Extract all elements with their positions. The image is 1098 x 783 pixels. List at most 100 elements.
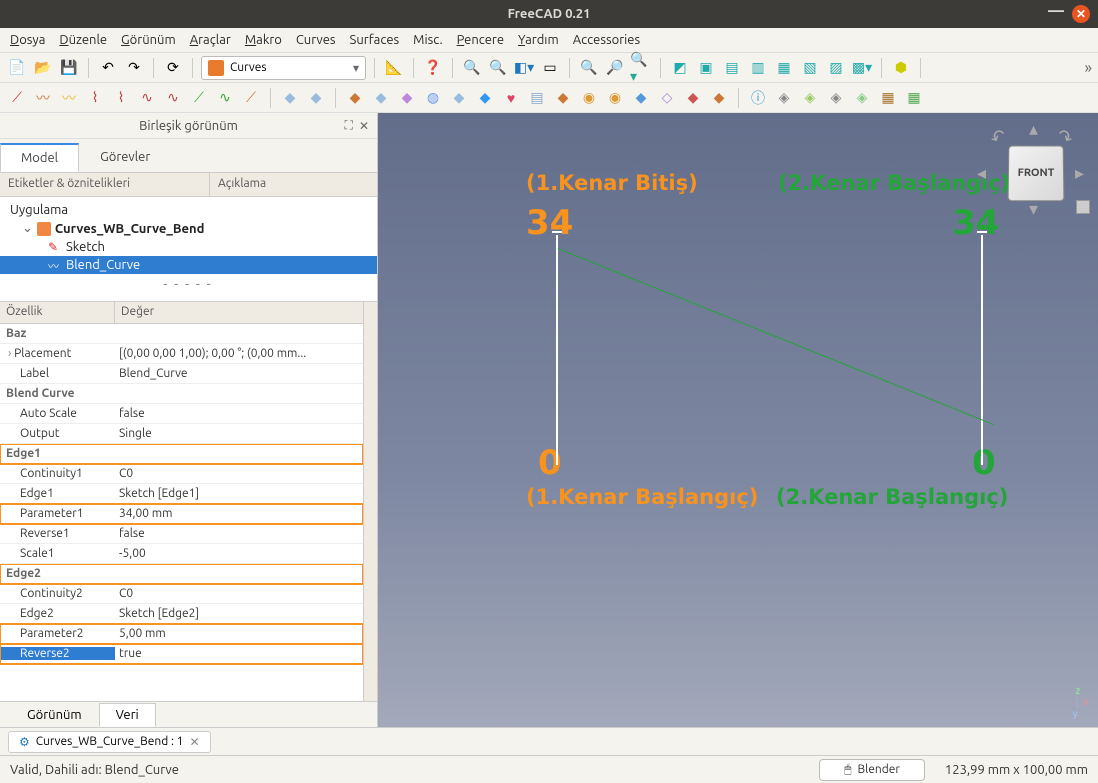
surf-tool-17[interactable]: ◆ [708, 87, 730, 109]
redo-icon[interactable]: ↷ [123, 57, 145, 79]
right-view-icon[interactable]: ▥ [747, 57, 769, 79]
surf-tool-11[interactable]: ◆ [552, 87, 574, 109]
misc-tool-3[interactable]: ◈ [799, 87, 821, 109]
misc-tool-4[interactable]: ◈ [825, 87, 847, 109]
prop-header-value[interactable]: Değer [115, 302, 160, 323]
toolbar-overflow-icon[interactable]: » [1084, 59, 1092, 77]
prop-auto scale[interactable]: Auto Scalefalse [0, 404, 363, 424]
undo-icon[interactable]: ↶ [97, 57, 119, 79]
open-file-icon[interactable]: 📂 [32, 57, 54, 79]
surf-tool-2[interactable]: ◆ [305, 87, 327, 109]
part-icon[interactable]: ⬢ [890, 57, 912, 79]
cube-up-icon[interactable]: ▴ [1029, 119, 1038, 140]
prop-placement[interactable]: › Placement[(0,00 0,00 1,00); 0,00 °; (0… [0, 344, 363, 364]
prop-parameter2[interactable]: Parameter25,00 mm [0, 624, 363, 644]
surf-tool-8[interactable]: ◆ [474, 87, 496, 109]
tree-header-desc[interactable]: Açıklama [210, 173, 274, 196]
surf-tool-1[interactable]: ◆ [279, 87, 301, 109]
panel-restore-icon[interactable]: ⛶ [345, 119, 353, 133]
property-scrollbar[interactable] [363, 302, 377, 701]
curve-tool-10[interactable]: ⟋ [240, 87, 262, 109]
iso-view-icon[interactable]: ◩ [669, 57, 691, 79]
surf-tool-3[interactable]: ◆ [344, 87, 366, 109]
bottom-view-icon[interactable]: ▧ [799, 57, 821, 79]
menu-macro[interactable]: Makro [245, 33, 282, 47]
prop-group-baz[interactable]: Baz [0, 324, 363, 344]
surf-tool-12[interactable]: ◉ [578, 87, 600, 109]
prop-header-name[interactable]: Özellik [0, 302, 115, 323]
curve-tool-4[interactable]: ⌇ [84, 87, 106, 109]
misc-tool-5[interactable]: ◈ [851, 87, 873, 109]
zoom-fit-icon[interactable]: 🔍 [461, 57, 483, 79]
close-tab-icon[interactable]: ✕ [189, 735, 199, 749]
expand-icon[interactable]: ⌄ [22, 221, 33, 236]
menu-edit[interactable]: Düzenle [59, 33, 107, 47]
measure-icon[interactable]: 📐 [383, 57, 405, 79]
prop-parameter1[interactable]: Parameter134,00 mm [0, 504, 363, 524]
surf-tool-7[interactable]: ◆ [448, 87, 470, 109]
cube-mini-icon[interactable] [1076, 200, 1090, 214]
prop-edge2[interactable]: Edge2Sketch [Edge2] [0, 604, 363, 624]
misc-tool-7[interactable]: ▦ [903, 87, 925, 109]
curve-tool-5[interactable]: ⌇ [110, 87, 132, 109]
cube-right-icon[interactable]: ▸ [1075, 163, 1084, 184]
zoom-in-icon[interactable]: 🔍 [578, 57, 600, 79]
rotate-view-icon[interactable]: ▩▾ [851, 57, 873, 79]
menu-surfaces[interactable]: Surfaces [350, 33, 400, 47]
cube-down-icon[interactable]: ▾ [1029, 199, 1038, 220]
menu-help[interactable]: Yardım [518, 33, 559, 47]
curve-tool-1[interactable]: ⟋ [6, 87, 28, 109]
menu-accessories[interactable]: Accessories [573, 33, 640, 47]
bbox-icon[interactable]: ▭ [539, 57, 561, 79]
doc-tab-active[interactable]: ⚙ Curves_WB_Curve_Bend : 1 ✕ [8, 731, 211, 753]
menu-file[interactable]: Dosya [10, 33, 45, 47]
curve-tool-9[interactable]: ∿ [214, 87, 236, 109]
zoom-all-icon[interactable]: 🔍 [487, 57, 509, 79]
tree-root[interactable]: Uygulama [0, 201, 377, 219]
surf-tool-13[interactable]: ◉ [604, 87, 626, 109]
menu-misc[interactable]: Misc. [413, 33, 442, 47]
left-view-icon[interactable]: ▨ [825, 57, 847, 79]
cube-face-front[interactable]: FRONT [1008, 146, 1065, 202]
prop-edge1[interactable]: Edge1Sketch [Edge1] [0, 484, 363, 504]
save-file-icon[interactable]: 💾 [58, 57, 80, 79]
nav-style-select[interactable]: 🖱 Blender [819, 759, 925, 781]
viewport-3d[interactable]: (1.Kenar Bitiş) (2.Kenar Başlangıç) 34 3… [378, 113, 1098, 727]
surf-tool-16[interactable]: ◆ [682, 87, 704, 109]
prop-group-edge1[interactable]: Edge1 [0, 444, 363, 464]
refresh-icon[interactable]: ⟳ [162, 57, 184, 79]
misc-tool-1[interactable]: ⓘ [747, 87, 769, 109]
new-file-icon[interactable]: 📄 [6, 57, 28, 79]
front-view-icon[interactable]: ▣ [695, 57, 717, 79]
btab-view[interactable]: Görünüm [10, 703, 99, 727]
prop-reverse2[interactable]: Reverse2true [0, 644, 363, 664]
tree-item-sketch[interactable]: ✎ Sketch [0, 238, 377, 256]
workbench-select[interactable]: Curves ▾ [201, 56, 366, 80]
nav-cube[interactable]: ▴ ▾ ◂ ▸ ↶ ↷ FRONT [983, 123, 1078, 218]
prop-group-blend-curve[interactable]: Blend Curve [0, 384, 363, 404]
curve-tool-6[interactable]: ∿ [136, 87, 158, 109]
surf-tool-9[interactable]: ♥ [500, 87, 522, 109]
curve-tool-3[interactable]: 〰 [58, 87, 80, 109]
rear-view-icon[interactable]: ▦ [773, 57, 795, 79]
prop-continuity1[interactable]: Continuity1C0 [0, 464, 363, 484]
prop-reverse1[interactable]: Reverse1false [0, 524, 363, 544]
prop-group-edge2[interactable]: Edge2 [0, 564, 363, 584]
misc-tool-6[interactable]: ▦ [877, 87, 899, 109]
minimize-icon[interactable]: — [1048, 5, 1064, 23]
menu-curves[interactable]: Curves [296, 33, 336, 47]
surf-tool-5[interactable]: ◆ [396, 87, 418, 109]
panel-close-icon[interactable]: ✕ [359, 119, 369, 133]
surf-tool-15[interactable]: ◇ [656, 87, 678, 109]
menu-window[interactable]: Pencere [457, 33, 504, 47]
misc-tool-2[interactable]: ◈ [773, 87, 795, 109]
cube-left-icon[interactable]: ◂ [977, 163, 986, 184]
surf-tool-4[interactable]: ◆ [370, 87, 392, 109]
tab-tasks[interactable]: Görevler [79, 143, 171, 172]
curve-tool-8[interactable]: ⟋ [188, 87, 210, 109]
zoom-out-icon[interactable]: 🔎 [604, 57, 626, 79]
prop-scale1[interactable]: Scale1-5,00 [0, 544, 363, 564]
surf-tool-10[interactable]: ▤ [526, 87, 548, 109]
tree-item-blend-curve[interactable]: 〰 Blend_Curve [0, 256, 377, 274]
btab-data[interactable]: Veri [99, 703, 156, 727]
